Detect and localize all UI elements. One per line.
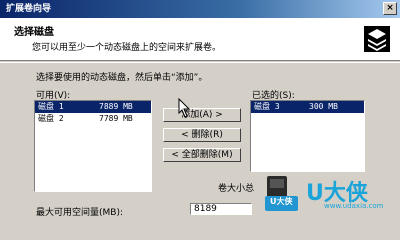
close-button[interactable]: × (383, 2, 397, 15)
available-disks-list[interactable]: 磁盘 1 7889 MB 磁盘 2 7789 MB (34, 100, 152, 192)
page-subtitle: 您可以用至少一个动态磁盘上的空间来扩展卷。 (32, 43, 222, 53)
page-title: 选择磁盘 (14, 27, 54, 38)
max-space-label: 最大可用空间量(MB): (36, 208, 123, 218)
selected-disks-list[interactable]: 磁盘 3 300 MB (250, 100, 365, 172)
watermark-url: www.udaxia.com (324, 202, 384, 210)
title-bar: 扩展卷向导 × (0, 0, 400, 18)
max-space-value: 8189 (190, 203, 252, 215)
disk-stack-icon (364, 26, 390, 52)
disk-name: 磁盘 3 (254, 102, 280, 111)
disk-size: 300 MB (309, 102, 338, 111)
mouse-pointer-icon (178, 98, 190, 118)
disk-size: 7789 MB (99, 114, 133, 123)
remove-button[interactable]: < 删除(R) (163, 128, 241, 142)
remove-all-button[interactable]: < 全部删除(M) (163, 148, 241, 162)
list-item[interactable]: 磁盘 2 7789 MB (35, 113, 151, 125)
list-item[interactable]: 磁盘 1 7889 MB (35, 101, 151, 113)
disk-name: 磁盘 2 (38, 114, 64, 123)
usb-brand-text: U大侠 (270, 197, 293, 206)
add-button[interactable]: 添加(A) > (163, 108, 241, 122)
watermark-logo: U大侠 www.udaxia.com (300, 175, 400, 215)
window-title: 扩展卷向导 (6, 4, 52, 14)
volume-size-label: 卷大小总 (218, 184, 255, 194)
disk-size: 7889 MB (99, 102, 133, 111)
list-item[interactable]: 磁盘 3 300 MB (251, 101, 364, 113)
header-separator (0, 62, 400, 65)
instruction-text: 选择要使用的动态磁盘，然后单击“添加”。 (36, 73, 208, 83)
wizard-header: 选择磁盘 您可以用至少一个动态磁盘上的空间来扩展卷。 (0, 18, 400, 61)
disk-name: 磁盘 1 (38, 102, 64, 111)
